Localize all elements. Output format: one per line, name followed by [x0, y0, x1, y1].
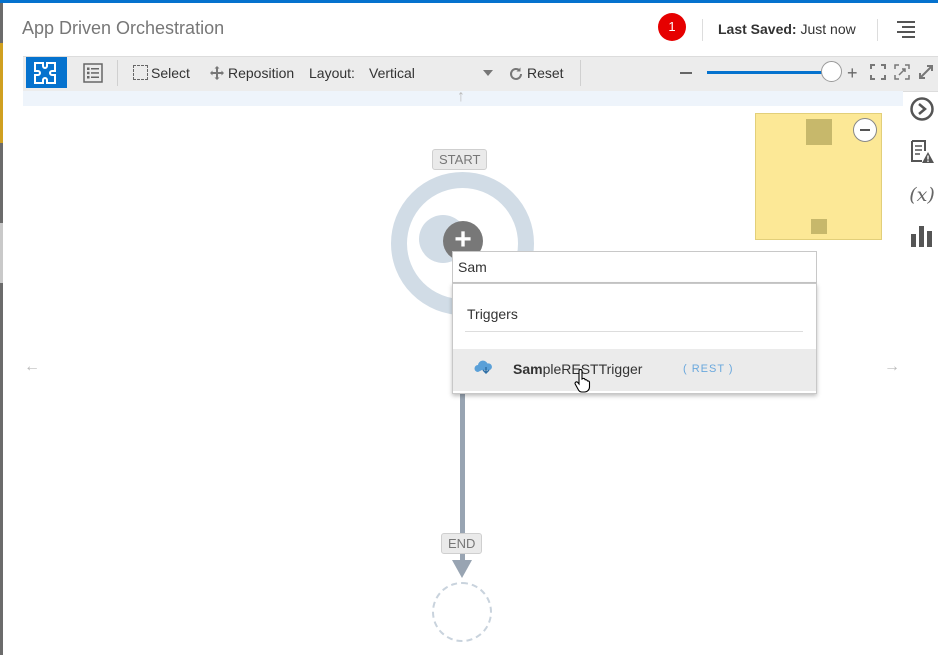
scroll-up-arrow-icon[interactable]: ↑ — [457, 88, 465, 106]
zoom-in-icon[interactable]: + — [847, 64, 858, 82]
reset-button[interactable]: Reset — [527, 65, 564, 81]
hand-pointer-icon — [574, 369, 591, 393]
move-icon — [210, 66, 224, 80]
layout-select[interactable]: Vertical — [369, 65, 415, 81]
page-title: App Driven Orchestration — [22, 18, 225, 38]
layout-label: Layout: — [309, 65, 355, 81]
section-divider — [465, 331, 803, 332]
top-accent-bar — [0, 0, 938, 3]
list-view-icon[interactable] — [83, 63, 103, 83]
reset-icon — [510, 67, 522, 80]
scroll-left-arrow-icon[interactable]: ← — [24, 358, 40, 376]
header-divider — [877, 19, 878, 41]
variables-icon[interactable]: (x) — [909, 182, 935, 208]
last-saved-value: Just now — [800, 21, 856, 37]
toolbar-divider — [580, 60, 581, 86]
minimap-viewport-block — [806, 119, 832, 145]
puzzle-icon — [34, 62, 56, 84]
trigger-search-input[interactable] — [458, 258, 798, 276]
header-divider — [702, 19, 703, 41]
zoom-slider-track[interactable] — [707, 71, 832, 74]
last-saved-status: Last Saved: Just now — [718, 21, 856, 37]
start-label: START — [432, 149, 488, 170]
analytics-icon[interactable] — [909, 223, 935, 249]
select-icon — [133, 65, 148, 80]
fit-selection-icon[interactable] — [894, 64, 910, 80]
last-saved-label: Last Saved: — [718, 21, 797, 37]
search-result-rest: pleRESTTrigger — [542, 361, 643, 377]
flow-arrowhead — [452, 560, 472, 578]
notification-badge[interactable]: 1 — [658, 13, 686, 41]
toolbar-divider — [117, 60, 118, 86]
reposition-button[interactable]: Reposition — [228, 65, 294, 81]
run-icon[interactable] — [909, 96, 935, 122]
end-node[interactable] — [432, 582, 492, 642]
minimap-node-block — [811, 219, 827, 234]
select-button[interactable]: Select — [151, 65, 190, 81]
rest-adapter-icon — [474, 360, 492, 375]
zoom-slider-handle[interactable] — [821, 61, 842, 82]
zoom-out-icon[interactable] — [680, 72, 692, 74]
search-result-type-badge: ( REST ) — [683, 363, 734, 375]
scroll-right-arrow-icon[interactable]: → — [884, 358, 900, 376]
expand-icon[interactable] — [918, 64, 934, 80]
minimap-collapse-button[interactable] — [853, 118, 877, 142]
chevron-down-icon[interactable] — [483, 70, 493, 76]
issues-icon[interactable] — [909, 139, 935, 165]
hamburger-menu-icon[interactable] — [897, 21, 915, 38]
canvas-view-button[interactable] — [26, 57, 67, 88]
search-result-match: Sam — [513, 361, 543, 377]
results-section-heading: Triggers — [467, 306, 518, 322]
left-edge-strip — [0, 3, 3, 655]
fit-screen-icon[interactable] — [870, 64, 886, 80]
end-label: END — [441, 533, 483, 554]
